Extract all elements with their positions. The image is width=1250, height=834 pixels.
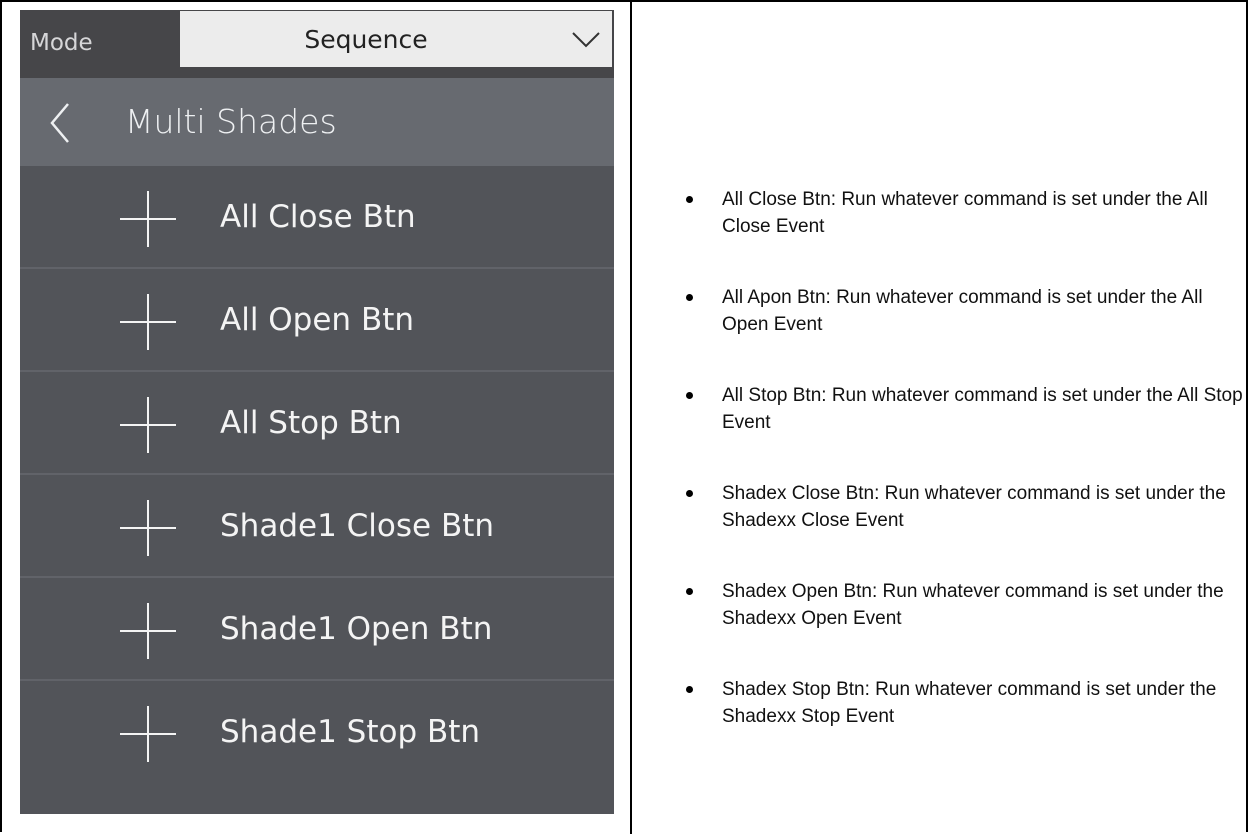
list-item-label: Shade1 Close Btn — [220, 508, 495, 544]
chevron-left-icon[interactable] — [46, 100, 76, 146]
page-title: Multi Shades — [125, 102, 337, 141]
list-item[interactable]: All Stop Btn — [20, 372, 614, 475]
mode-label: Mode — [30, 30, 93, 56]
plus-icon — [120, 191, 176, 247]
bullet-icon — [686, 196, 693, 203]
list-item-label: Shade1 Open Btn — [220, 611, 493, 647]
page-header: Multi Shades — [20, 78, 614, 166]
description-item: All Close Btn: Run whatever command is s… — [660, 186, 1245, 240]
plus-icon — [120, 397, 176, 453]
list-item-label: All Close Btn — [220, 199, 416, 235]
bullet-icon — [686, 490, 693, 497]
description-item: Shadex Stop Btn: Run whatever command is… — [660, 676, 1245, 730]
list-item[interactable]: Shade1 Stop Btn — [20, 681, 614, 784]
list-item[interactable]: All Close Btn — [20, 166, 614, 269]
description-list: All Close Btn: Run whatever command is s… — [660, 186, 1245, 774]
description-text: Shadex Close Btn: Run whatever command i… — [722, 483, 1226, 531]
description-item: Shadex Open Btn: Run whatever command is… — [660, 578, 1245, 632]
description-item: All Apon Btn: Run whatever command is se… — [660, 284, 1245, 338]
button-list: All Close Btn All Open Btn All Stop Btn … — [20, 166, 614, 784]
mode-dropdown[interactable]: Sequence — [180, 11, 612, 67]
description-text: Shadex Open Btn: Run whatever command is… — [722, 581, 1224, 629]
plus-icon — [120, 603, 176, 659]
mode-bar: Mode Sequence — [20, 10, 614, 78]
description-item: Shadex Close Btn: Run whatever command i… — [660, 480, 1245, 534]
bullet-icon — [686, 588, 693, 595]
description-item: All Stop Btn: Run whatever command is se… — [660, 382, 1245, 436]
description-text: All Close Btn: Run whatever command is s… — [722, 189, 1208, 237]
list-item[interactable]: Shade1 Close Btn — [20, 475, 614, 578]
bullet-icon — [686, 392, 693, 399]
description-text: All Stop Btn: Run whatever command is se… — [722, 385, 1243, 433]
plus-icon — [120, 706, 176, 762]
bullet-icon — [686, 686, 693, 693]
bullet-icon — [686, 294, 693, 301]
chevron-down-icon — [572, 32, 600, 48]
shades-panel: Mode Sequence Multi Shades All Close Btn… — [20, 10, 614, 814]
list-item[interactable]: All Open Btn — [20, 269, 614, 372]
list-item[interactable]: Shade1 Open Btn — [20, 578, 614, 681]
description-text: Shadex Stop Btn: Run whatever command is… — [722, 679, 1217, 727]
description-text: All Apon Btn: Run whatever command is se… — [722, 287, 1203, 335]
list-item-label: All Open Btn — [220, 302, 415, 338]
table-column-divider — [630, 0, 632, 834]
mode-dropdown-value: Sequence — [304, 25, 428, 54]
list-item-label: All Stop Btn — [220, 405, 402, 441]
plus-icon — [120, 294, 176, 350]
list-item-label: Shade1 Stop Btn — [220, 714, 481, 750]
plus-icon — [120, 500, 176, 556]
